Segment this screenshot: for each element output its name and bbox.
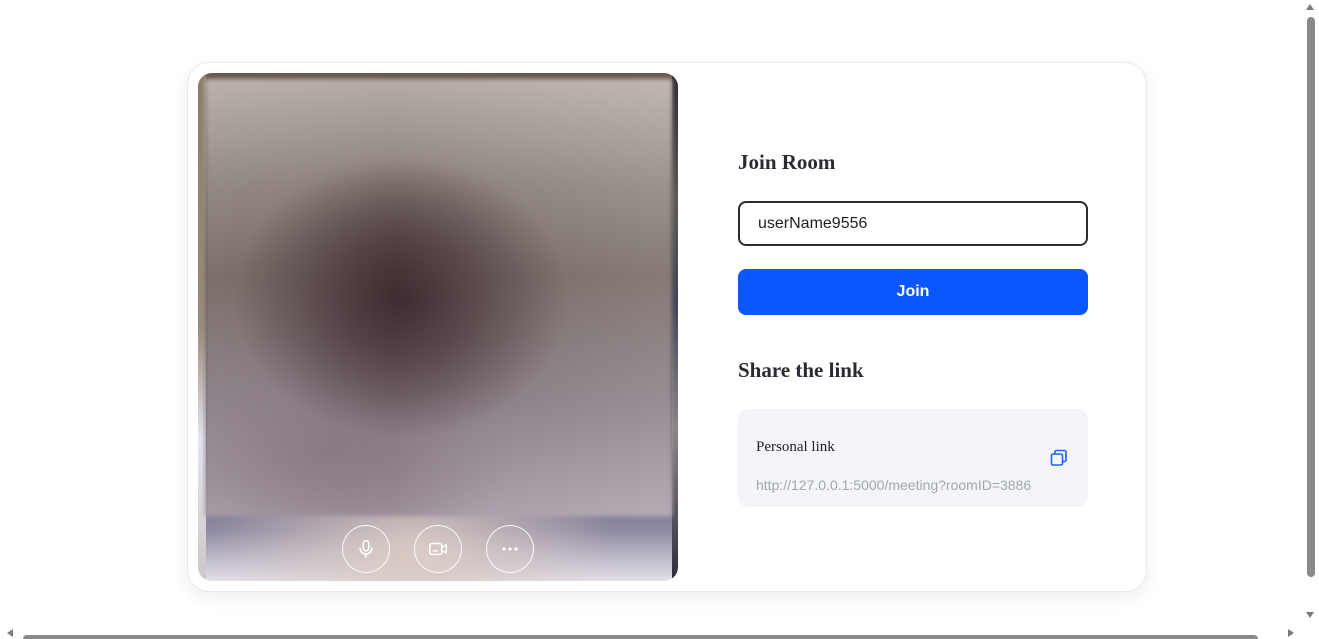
username-input[interactable] (738, 201, 1088, 246)
video-camera-icon (429, 542, 447, 556)
scroll-right-arrow-icon[interactable] (1288, 629, 1294, 637)
camera-toggle-button[interactable] (414, 525, 462, 573)
personal-link-label: Personal link (756, 439, 835, 455)
copy-icon (1050, 449, 1067, 466)
camera-feed-edge (672, 73, 678, 581)
camera-preview (198, 73, 678, 581)
microphone-toggle-button[interactable] (342, 525, 390, 573)
share-link-heading: Share the link (738, 358, 864, 382)
vertical-scrollbar[interactable] (1302, 0, 1319, 622)
more-options-button[interactable] (486, 525, 534, 573)
personal-link-url: http://127.0.0.1:5000/meeting?roomID=388… (756, 477, 1031, 493)
microphone-icon (359, 540, 373, 558)
scroll-down-arrow-icon[interactable] (1306, 612, 1314, 618)
scroll-up-arrow-icon[interactable] (1306, 4, 1314, 10)
more-options-icon (502, 547, 518, 551)
blurred-video-frame (205, 79, 672, 516)
join-button[interactable]: Join (738, 269, 1088, 315)
horizontal-scrollbar[interactable] (0, 622, 1302, 639)
horizontal-scrollbar-thumb[interactable] (23, 635, 1258, 639)
personal-link-box: Personal link http://127.0.0.1:5000/meet… (738, 409, 1088, 507)
vertical-scrollbar-thumb[interactable] (1307, 17, 1315, 577)
join-room-heading: Join Room (738, 150, 836, 174)
copy-link-button[interactable] (1048, 447, 1070, 469)
scroll-left-arrow-icon[interactable] (7, 629, 13, 637)
